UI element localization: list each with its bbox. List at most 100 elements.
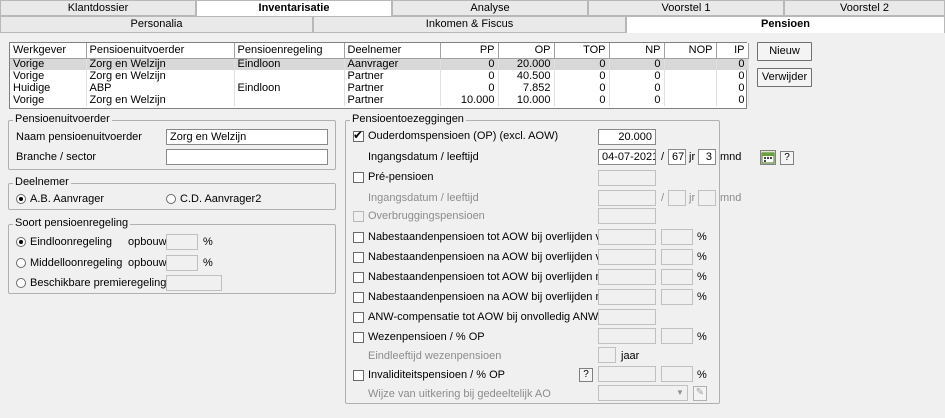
table-cell: Zorg en Welzijn xyxy=(86,70,235,82)
table-cell xyxy=(664,70,717,82)
deelnemer-radio-aanvrager2[interactable] xyxy=(166,194,176,204)
wezen-pct-input[interactable] xyxy=(661,328,693,344)
overbrugging-input[interactable] xyxy=(598,208,656,224)
nab1-pct-input[interactable] xyxy=(661,229,693,245)
table-row[interactable]: Vorige Zorg en Welzijn Partner 10.000 10… xyxy=(10,94,749,106)
nab3-pct-input[interactable] xyxy=(661,269,693,285)
pre-jr-label: jr xyxy=(689,192,696,204)
tab-klantdossier[interactable]: Klantdossier xyxy=(0,0,196,16)
deelnemer-group-title: Deelnemer xyxy=(13,176,71,188)
anw-checkbox[interactable] xyxy=(353,312,364,323)
anw-label: ANW-compensatie tot AOW bij onvolledig A… xyxy=(368,311,599,323)
table-row[interactable]: Huidige ABP Eindloon Partner 0 7.852 0 0… xyxy=(10,82,749,94)
table-cell: 20.000 xyxy=(498,58,555,70)
anw-input[interactable] xyxy=(598,309,656,325)
table-cell: 0 xyxy=(440,58,499,70)
tab-inventarisatie[interactable]: Inventarisatie xyxy=(196,0,392,17)
invaliditeit-checkbox[interactable] xyxy=(353,370,364,381)
branche-input[interactable] xyxy=(166,149,328,165)
nab2-amount-input[interactable] xyxy=(598,249,656,265)
op-amount-input[interactable]: 20.000 xyxy=(598,129,656,145)
pre-ingang-date-input[interactable] xyxy=(598,190,656,206)
overbrugging-label: Overbruggingspensioen xyxy=(368,210,485,222)
table-cell: Partner xyxy=(344,70,441,82)
pre-pensioen-input[interactable] xyxy=(598,170,656,186)
wezen-checkbox[interactable] xyxy=(353,332,364,343)
opbouw-input-eindloon[interactable] xyxy=(166,234,198,250)
col-header[interactable]: TOP xyxy=(554,43,610,59)
table-cell: Zorg en Welzijn xyxy=(86,94,235,106)
nab1-checkbox[interactable] xyxy=(353,232,364,243)
pre-pensioen-checkbox[interactable] xyxy=(353,172,364,183)
table-cell: Eindloon xyxy=(234,58,345,70)
tab-analyse[interactable]: Analyse xyxy=(392,0,588,16)
table-cell: 10.000 xyxy=(440,94,499,106)
nab3-checkbox[interactable] xyxy=(353,272,364,283)
naam-uitvoerder-input[interactable]: Zorg en Welzijn xyxy=(166,129,328,145)
col-header[interactable]: OP xyxy=(498,43,555,59)
table-cell: 0 xyxy=(609,70,665,82)
tab-inkomen-fiscus[interactable]: Inkomen & Fiscus xyxy=(313,16,626,33)
ingang-mnd-input[interactable]: 3 xyxy=(698,149,716,165)
beschikbare-radio[interactable] xyxy=(16,278,26,288)
ingang-date-input[interactable]: 04-07-2021 xyxy=(598,149,656,165)
beschikbare-input[interactable] xyxy=(166,275,222,291)
table-cell: 0 xyxy=(554,82,610,94)
tab-personalia[interactable]: Personalia xyxy=(0,16,313,33)
overbrugging-checkbox[interactable] xyxy=(353,211,364,222)
pre-ingang-mnd-input[interactable] xyxy=(698,190,716,206)
invaliditeit-pct-label: % xyxy=(697,369,707,381)
eindloon-radio[interactable] xyxy=(16,237,26,247)
col-header[interactable]: NOP xyxy=(664,43,717,59)
nab2-checkbox[interactable] xyxy=(353,252,364,263)
invaliditeit-help-button[interactable]: ? xyxy=(579,368,593,382)
tab-pensioen[interactable]: Pensioen xyxy=(626,16,945,33)
col-header[interactable]: IP xyxy=(716,43,749,59)
nab3-label: Nabestaandenpensioen tot AOW bij overlij… xyxy=(368,271,637,283)
table-row[interactable]: Vorige Zorg en Welzijn Eindloon Aanvrage… xyxy=(10,58,749,70)
nab4-pct-input[interactable] xyxy=(661,289,693,305)
col-header[interactable]: Deelnemer xyxy=(344,43,441,59)
nab4-checkbox[interactable] xyxy=(353,292,364,303)
calendar-icon[interactable] xyxy=(760,150,776,165)
verwijder-button[interactable]: Verwijder xyxy=(757,68,812,87)
nab3-amount-input[interactable] xyxy=(598,269,656,285)
nab4-label: Nabestaandenpensioen na AOW bij overlijd… xyxy=(368,291,637,303)
nab2-pct-input[interactable] xyxy=(661,249,693,265)
invaliditeit-pct-input[interactable] xyxy=(661,366,693,382)
wijze-select[interactable] xyxy=(598,385,688,401)
col-header[interactable]: NP xyxy=(609,43,665,59)
ingang-jr-input[interactable]: 67 xyxy=(668,149,686,165)
help-button[interactable]: ? xyxy=(780,151,794,165)
deelnemer-radio-aanvrager[interactable] xyxy=(16,194,26,204)
nab1-amount-input[interactable] xyxy=(598,229,656,245)
table-cell: 0 xyxy=(609,82,665,94)
table-cell: 0 xyxy=(716,70,749,82)
col-header[interactable]: Pensioenuitvoerder xyxy=(86,43,235,59)
col-header[interactable]: Pensioenregeling xyxy=(234,43,345,59)
table-cell: 0 xyxy=(440,70,499,82)
edit-icon[interactable]: ✎ xyxy=(693,386,707,401)
col-header[interactable]: PP xyxy=(440,43,499,59)
nab2-pct-label: % xyxy=(697,251,707,263)
table-row[interactable]: Vorige Zorg en Welzijn Partner 0 40.500 … xyxy=(10,70,749,82)
branche-label: Branche / sector xyxy=(16,151,97,163)
wezen-amount-input[interactable] xyxy=(598,328,656,344)
pre-ingang-jr-input[interactable] xyxy=(668,190,686,206)
tab-voorstel-2[interactable]: Voorstel 2 xyxy=(784,0,945,16)
op-checkbox[interactable]: ✔ xyxy=(353,128,364,142)
table-cell: 7.852 xyxy=(498,82,555,94)
nieuw-button[interactable]: Nieuw xyxy=(757,42,812,61)
chevron-down-icon[interactable]: ▼ xyxy=(676,388,684,398)
beschikbare-label: Beschikbare premieregeling xyxy=(30,277,167,289)
opbouw-input-middelloon[interactable] xyxy=(166,255,198,271)
nab4-amount-input[interactable] xyxy=(598,289,656,305)
table-cell xyxy=(664,94,717,106)
eindleeftijd-input[interactable] xyxy=(598,347,616,363)
invaliditeit-label: Invaliditeitspensioen / % OP xyxy=(368,369,505,381)
col-header[interactable]: Werkgever xyxy=(10,43,87,59)
middelloon-radio[interactable] xyxy=(16,258,26,268)
pension-table[interactable]: Werkgever Pensioenuitvoerder Pensioenreg… xyxy=(9,42,749,109)
tab-voorstel-1[interactable]: Voorstel 1 xyxy=(588,0,784,16)
invaliditeit-amount-input[interactable] xyxy=(598,366,656,382)
